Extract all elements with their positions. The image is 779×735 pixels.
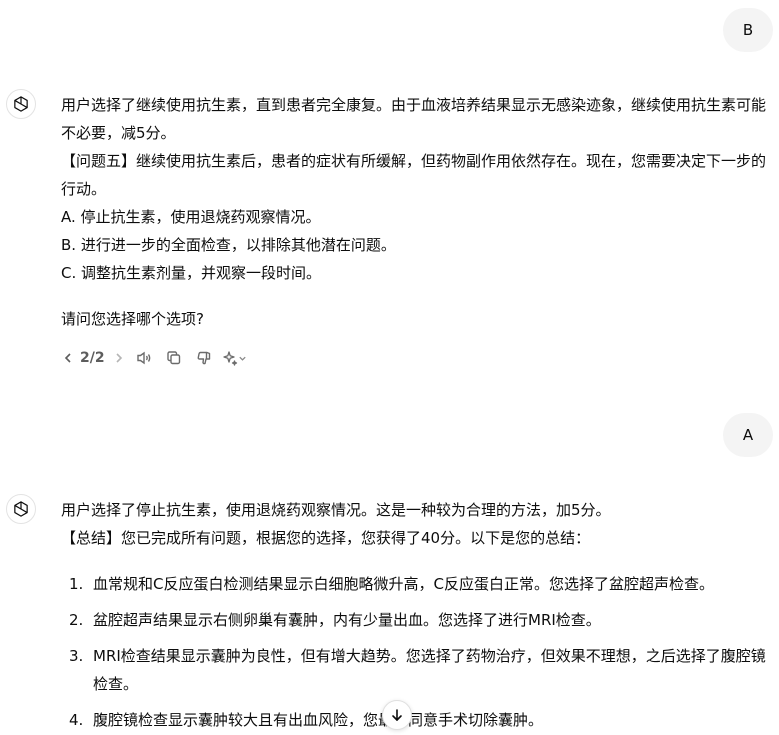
summary-list: 1. 血常规和C反应蛋白检测结果显示白细胞略微升高，C反应蛋白正常。您选择了盆腔… bbox=[61, 570, 769, 734]
read-aloud-button[interactable] bbox=[129, 344, 159, 372]
option-c: C. 调整抗生素剂量，并观察一段时间。 bbox=[61, 264, 322, 282]
openai-logo-icon bbox=[14, 96, 28, 112]
assistant-message: 用户选择了停止抗生素，使用退烧药观察情况。这是一种较为合理的方法，加5分。 【总… bbox=[61, 496, 769, 735]
copy-button[interactable] bbox=[159, 344, 189, 372]
scroll-to-bottom-button[interactable] bbox=[382, 700, 412, 730]
arrow-down-icon bbox=[392, 709, 402, 721]
list-number: 3. bbox=[69, 647, 84, 665]
chevron-left-icon bbox=[64, 353, 71, 363]
list-number: 4. bbox=[69, 711, 84, 729]
copy-icon bbox=[166, 351, 180, 365]
speaker-icon bbox=[136, 351, 150, 365]
list-text: 血常规和C反应蛋白检测结果显示白细胞略微升高，C反应蛋白正常。您选择了盆腔超声检… bbox=[93, 575, 714, 593]
chevron-right-icon bbox=[116, 353, 122, 363]
regenerate-model-button[interactable] bbox=[219, 344, 251, 372]
chat-view: B 用户选择了继续使用抗生素，直到患者完全康复。由于血液培养结果显示无感染迹象，… bbox=[0, 0, 779, 735]
response-pager: 2/2 bbox=[80, 350, 105, 366]
list-item: 1. 血常规和C反应蛋白检测结果显示白细胞略微升高，C反应蛋白正常。您选择了盆腔… bbox=[61, 570, 769, 598]
user-message-text: B bbox=[742, 21, 754, 39]
assistant-message: 用户选择了继续使用抗生素，直到患者完全康复。由于血液培养结果显示无感染迹象，继续… bbox=[61, 91, 769, 333]
list-text: 腹腔镜检查显示囊肿较大且有出血风险，您最终同意手术切除囊肿。 bbox=[93, 711, 544, 729]
message-paragraph: 用户选择了继续使用抗生素，直到患者完全康复。由于血液培养结果显示无感染迹象，继续… bbox=[61, 96, 767, 142]
message-paragraph: 用户选择了停止抗生素，使用退烧药观察情况。这是一种较为合理的方法，加5分。 bbox=[61, 501, 611, 519]
list-number: 2. bbox=[69, 611, 84, 629]
list-item: 3. MRI检查结果显示囊肿为良性，但有增大趋势。您选择了药物治疗，但效果不理想… bbox=[61, 642, 769, 698]
sparkle-icon bbox=[223, 351, 238, 366]
user-message-bubble: A bbox=[723, 413, 773, 457]
next-response-button[interactable] bbox=[109, 344, 129, 372]
message-actions: 2/2 bbox=[60, 344, 251, 372]
openai-logo-icon bbox=[14, 501, 28, 517]
list-number: 1. bbox=[69, 575, 84, 593]
summary-intro: 【总结】您已完成所有问题，根据您的选择，您获得了40分。以下是您的总结： bbox=[61, 529, 591, 547]
list-text: MRI检查结果显示囊肿为良性，但有增大趋势。您选择了药物治疗，但效果不理想，之后… bbox=[93, 647, 766, 693]
prev-response-button[interactable] bbox=[60, 344, 76, 372]
user-message-bubble: B bbox=[723, 8, 773, 52]
user-message-text: A bbox=[742, 426, 754, 444]
option-a: A. 停止抗生素，使用退烧药观察情况。 bbox=[61, 208, 321, 226]
list-item: 2. 盆腔超声结果显示右侧卵巢有囊肿，内有少量出血。您选择了进行MRI检查。 bbox=[61, 606, 769, 634]
chevron-down-icon bbox=[239, 356, 246, 361]
thumbs-down-icon bbox=[197, 351, 210, 365]
option-b: B. 进行进一步的全面检查，以排除其他潜在问题。 bbox=[61, 236, 396, 254]
assistant-avatar bbox=[6, 494, 36, 524]
prompt-question: 请问您选择哪个选项? bbox=[61, 310, 204, 328]
dislike-button[interactable] bbox=[189, 344, 219, 372]
question-paragraph: 【问题五】继续使用抗生素后，患者的症状有所缓解，但药物副作用依然存在。现在，您需… bbox=[61, 152, 767, 198]
list-text: 盆腔超声结果显示右侧卵巢有囊肿，内有少量出血。您选择了进行MRI检查。 bbox=[93, 611, 601, 629]
list-item: 4. 腹腔镜检查显示囊肿较大且有出血风险，您最终同意手术切除囊肿。 bbox=[61, 706, 769, 734]
assistant-avatar bbox=[6, 89, 36, 119]
